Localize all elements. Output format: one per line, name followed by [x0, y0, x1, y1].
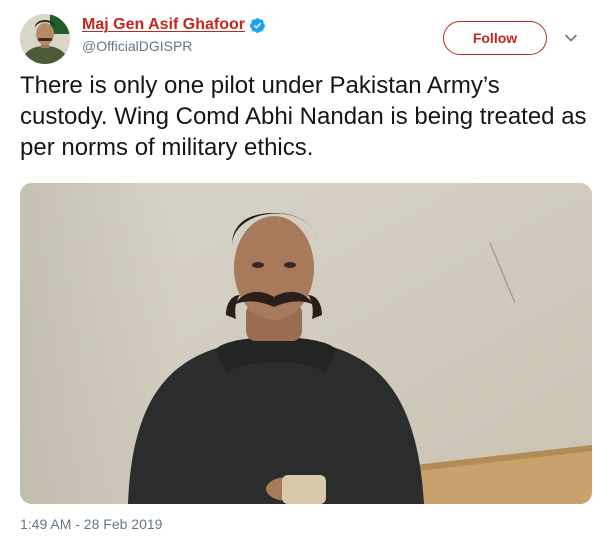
tweet-timestamp[interactable]: 1:49 AM - 28 Feb 2019: [20, 516, 162, 532]
author-name-row: Maj Gen Asif Ghafoor: [82, 16, 266, 34]
user-handle[interactable]: @OfficialDGISPR: [82, 38, 192, 54]
avatar[interactable]: [20, 14, 70, 64]
video-still-icon: [20, 183, 592, 504]
tweet-text: There is only one pilot under Pakistan A…: [20, 72, 587, 161]
display-name[interactable]: Maj Gen Asif Ghafoor: [82, 16, 245, 34]
user-avatar-icon: [20, 14, 70, 64]
follow-button[interactable]: Follow: [443, 21, 547, 55]
tweet-media[interactable]: [20, 183, 592, 504]
chevron-down-icon[interactable]: [563, 30, 579, 46]
tweet-card: Maj Gen Asif Ghafoor @OfficialDGISPR Fol…: [0, 0, 612, 546]
verified-badge-icon: [250, 17, 265, 33]
